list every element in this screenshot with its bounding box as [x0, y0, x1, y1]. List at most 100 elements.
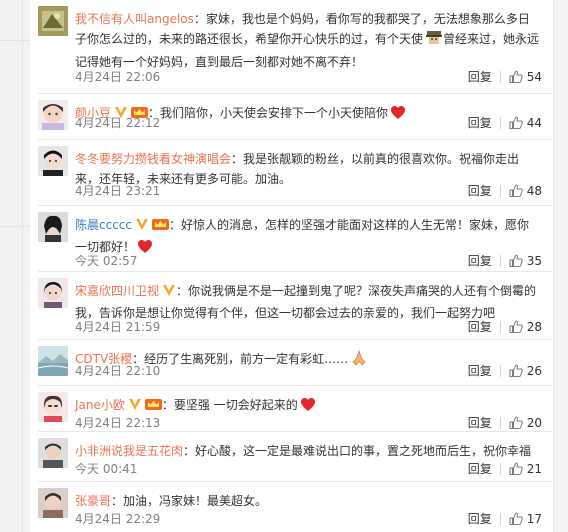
like-button[interactable]: 48 — [509, 184, 542, 198]
comment-actions: 回复 17 — [468, 510, 542, 527]
like-count: 28 — [526, 319, 542, 334]
pray-hands-emoji-icon — [350, 349, 368, 372]
timestamp: 4月24日 22:29 — [75, 512, 161, 526]
like-button[interactable]: 44 — [509, 116, 542, 130]
comment-item: CDTV张稷：经历了生离死别，前方一定有彩虹…… 4月24日 22:10 回复 … — [30, 340, 554, 386]
comment-actions: 回复 20 — [468, 414, 542, 431]
comment-item: 冬冬要努力攒钱看女神演唱会：我是张靓颖的粉丝，以前真的很喜欢你。祝福你走出来，还… — [30, 140, 554, 206]
reply-button[interactable]: 回复 — [468, 414, 492, 431]
comment-text: 张豪哥：加油，冯家妹！最美超女。 — [75, 491, 540, 511]
thumbs-up-icon — [509, 184, 523, 197]
comment-item: 颜小豆 ：我们陪你，小天使会安排下一个小天使陪你 4月24日 22:12 回复 4… — [30, 94, 554, 140]
avatar[interactable] — [38, 100, 68, 130]
like-button[interactable]: 26 — [509, 364, 542, 378]
action-separator — [499, 254, 501, 267]
like-count: 44 — [526, 115, 542, 130]
comment-text: 宋嘉欣四川卫视 ：你说我俩是不是一起撞到鬼了呢？深夜失声痛哭的人还有个倒霉的我，告… — [75, 281, 540, 323]
avatar[interactable] — [38, 392, 68, 422]
heart-emoji-icon — [137, 239, 153, 260]
comment-actions: 回复 28 — [468, 318, 542, 335]
comment-content: ：经历了生离死别，前方一定有彩虹…… — [132, 352, 349, 366]
avatar[interactable] — [38, 438, 68, 468]
action-separator — [499, 416, 501, 429]
avatar[interactable] — [38, 278, 68, 308]
thumbs-up-icon — [509, 364, 523, 377]
comment-item: 陈晨ccccc ：好惊人的消息，怎样的坚强才能面对这样的人生无常！家妹，愿你一切都… — [30, 206, 554, 272]
comment-list: 我不信有人叫angelos：家妹，我也是个妈妈，看你写的我都哭了，无法想象那么多… — [30, 0, 554, 532]
member-crown-icon — [152, 217, 169, 237]
avatar[interactable] — [38, 146, 68, 176]
username-link[interactable]: 陈晨ccccc — [75, 218, 132, 232]
reply-button[interactable]: 回复 — [468, 114, 492, 131]
comment-actions: 回复 35 — [468, 252, 542, 269]
like-button[interactable]: 28 — [509, 320, 542, 334]
avatar[interactable] — [38, 346, 68, 376]
comment-text: 我不信有人叫angelos：家妹，我也是个妈妈，看你写的我都哭了，无法想象那么多… — [75, 9, 540, 72]
like-count: 54 — [526, 69, 542, 84]
comment-actions: 回复 54 — [468, 68, 542, 85]
like-count: 48 — [526, 183, 542, 198]
comment-actions: 回复 21 — [468, 460, 542, 477]
avatar[interactable] — [38, 488, 68, 518]
like-button[interactable]: 54 — [509, 70, 542, 84]
reply-button[interactable]: 回复 — [468, 460, 492, 477]
like-count: 21 — [526, 461, 542, 476]
action-separator — [499, 462, 501, 475]
comment-content: ：要坚强 一切会好起来的 — [161, 398, 298, 412]
comment-actions: 回复 26 — [468, 362, 542, 379]
emoji-icon — [425, 30, 443, 52]
username-link[interactable]: 小非洲说我是五花肉 — [75, 444, 183, 458]
reply-button[interactable]: 回复 — [468, 182, 492, 199]
username-link[interactable]: 冬冬要努力攒钱看女神演唱会 — [75, 152, 231, 166]
timestamp: 4月24日 22:12 — [75, 116, 161, 130]
like-button[interactable]: 17 — [509, 512, 542, 526]
thumbs-up-icon — [509, 512, 523, 525]
comment-item: 我不信有人叫angelos：家妹，我也是个妈妈，看你写的我都哭了，无法想象那么多… — [30, 0, 554, 94]
like-button[interactable]: 20 — [509, 416, 542, 430]
vip-badge-icon — [135, 217, 149, 237]
username-link[interactable]: 我不信有人叫angelos — [75, 12, 194, 26]
action-separator — [499, 320, 501, 333]
timestamp: 4月24日 22:13 — [75, 416, 161, 430]
username-link[interactable]: 宋嘉欣四川卫视 — [75, 284, 159, 298]
timestamp: 今天 00:41 — [75, 462, 138, 476]
like-count: 20 — [526, 415, 542, 430]
timestamp: 4月24日 21:59 — [75, 320, 161, 334]
avatar[interactable] — [38, 212, 68, 242]
thumbs-up-icon — [509, 116, 523, 129]
action-separator — [499, 184, 501, 197]
reply-button[interactable]: 回复 — [468, 252, 492, 269]
thumbs-up-icon — [509, 462, 523, 475]
vip-badge-icon — [162, 283, 176, 303]
comment-actions: 回复 44 — [468, 114, 542, 131]
avatar[interactable] — [38, 6, 68, 36]
timestamp: 4月24日 22:10 — [75, 364, 161, 378]
timestamp: 4月24日 22:06 — [75, 70, 161, 84]
comment-text: 小非洲说我是五花肉：好心酸，这一定是最难说出口的事，置之死地而后生，祝你幸福 — [75, 441, 540, 461]
like-count: 17 — [526, 511, 542, 526]
action-separator — [499, 116, 501, 129]
like-button[interactable]: 35 — [509, 254, 542, 268]
comment-content: ：我们陪你，小天使会安排下一个小天使陪你 — [148, 106, 389, 120]
left-gutter — [0, 0, 30, 532]
comment-item: 张豪哥：加油，冯家妹！最美超女。 4月24日 22:29 回复 17 — [30, 482, 554, 532]
comment-item: 宋嘉欣四川卫视 ：你说我俩是不是一起撞到鬼了呢？深夜失声痛哭的人还有个倒霉的我，告… — [30, 272, 554, 340]
gutter-border — [22, 0, 23, 532]
action-separator — [499, 70, 501, 83]
scrollbar[interactable] — [553, 0, 568, 532]
reply-button[interactable]: 回复 — [468, 318, 492, 335]
timestamp: 今天 02:57 — [75, 254, 138, 268]
like-button[interactable]: 21 — [509, 462, 542, 476]
reply-button[interactable]: 回复 — [468, 510, 492, 527]
reply-button[interactable]: 回复 — [468, 68, 492, 85]
username-link[interactable]: Jane小欧 — [75, 398, 125, 412]
comment-content: ：加油，冯家妹！最美超女。 — [111, 494, 268, 508]
comment-content: ：好心酸，这一定是最难说出口的事，置之死地而后生，祝你幸福 — [183, 444, 532, 458]
heart-emoji-icon — [390, 105, 406, 126]
username-link[interactable]: 张豪哥 — [75, 494, 111, 508]
timestamp: 4月24日 23:21 — [75, 184, 161, 198]
action-separator — [499, 512, 501, 525]
reply-button[interactable]: 回复 — [468, 362, 492, 379]
thumbs-up-icon — [509, 254, 523, 267]
comment-item: 小非洲说我是五花肉：好心酸，这一定是最难说出口的事，置之死地而后生，祝你幸福 今… — [30, 432, 554, 482]
